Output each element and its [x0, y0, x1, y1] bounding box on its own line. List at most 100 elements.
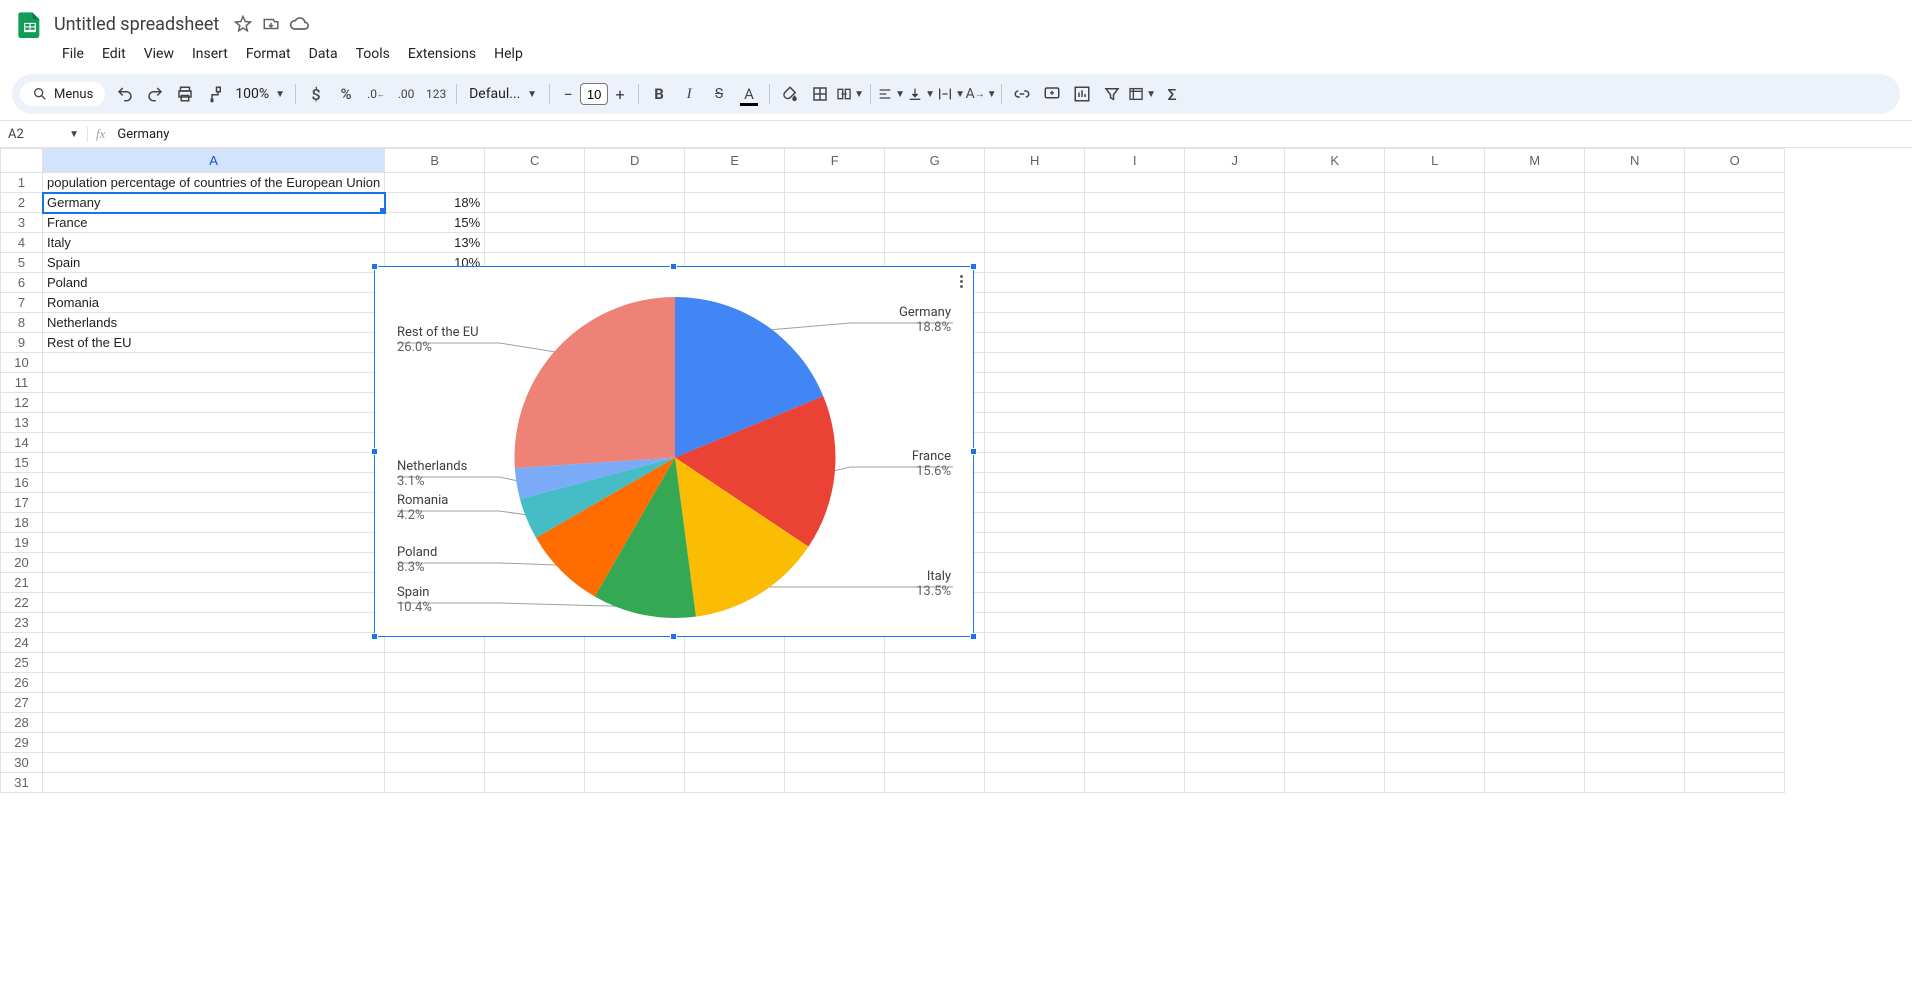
- cell-O1[interactable]: [1685, 173, 1785, 193]
- cell-H17[interactable]: [985, 493, 1085, 513]
- redo-button[interactable]: [141, 80, 169, 108]
- cell-C28[interactable]: [485, 713, 585, 733]
- cell-J26[interactable]: [1185, 673, 1285, 693]
- cell-K12[interactable]: [1285, 393, 1385, 413]
- cell-I10[interactable]: [1085, 353, 1185, 373]
- cell-H8[interactable]: [985, 313, 1085, 333]
- menu-help[interactable]: Help: [486, 42, 531, 66]
- row-header-20[interactable]: 20: [1, 553, 43, 573]
- cell-E2[interactable]: [685, 193, 785, 213]
- cell-L27[interactable]: [1385, 693, 1485, 713]
- cell-I8[interactable]: [1085, 313, 1185, 333]
- cell-I17[interactable]: [1085, 493, 1185, 513]
- cell-E28[interactable]: [685, 713, 785, 733]
- cell-J14[interactable]: [1185, 433, 1285, 453]
- cell-L13[interactable]: [1385, 413, 1485, 433]
- cell-I15[interactable]: [1085, 453, 1185, 473]
- cell-L2[interactable]: [1385, 193, 1485, 213]
- cell-N2[interactable]: [1585, 193, 1685, 213]
- cell-L9[interactable]: [1385, 333, 1485, 353]
- cell-J27[interactable]: [1185, 693, 1285, 713]
- cell-M10[interactable]: [1485, 353, 1585, 373]
- cell-K17[interactable]: [1285, 493, 1385, 513]
- cell-N16[interactable]: [1585, 473, 1685, 493]
- cell-K29[interactable]: [1285, 733, 1385, 753]
- cell-N12[interactable]: [1585, 393, 1685, 413]
- row-header-13[interactable]: 13: [1, 413, 43, 433]
- cell-M6[interactable]: [1485, 273, 1585, 293]
- cell-M22[interactable]: [1485, 593, 1585, 613]
- cell-C27[interactable]: [485, 693, 585, 713]
- row-header-5[interactable]: 5: [1, 253, 43, 273]
- text-wrap-button[interactable]: ▼: [937, 80, 965, 108]
- cell-O5[interactable]: [1685, 253, 1785, 273]
- column-header-B[interactable]: B: [385, 149, 485, 173]
- cell-A15[interactable]: [43, 453, 385, 473]
- cell-F1[interactable]: [785, 173, 885, 193]
- cell-A19[interactable]: [43, 533, 385, 553]
- cell-B27[interactable]: [385, 693, 485, 713]
- row-header-22[interactable]: 22: [1, 593, 43, 613]
- cell-M7[interactable]: [1485, 293, 1585, 313]
- cell-B29[interactable]: [385, 733, 485, 753]
- cell-J12[interactable]: [1185, 393, 1285, 413]
- select-all-corner[interactable]: [1, 149, 43, 173]
- cell-E1[interactable]: [685, 173, 785, 193]
- cell-M3[interactable]: [1485, 213, 1585, 233]
- cell-J7[interactable]: [1185, 293, 1285, 313]
- cell-E25[interactable]: [685, 653, 785, 673]
- cell-M9[interactable]: [1485, 333, 1585, 353]
- cell-L16[interactable]: [1385, 473, 1485, 493]
- cell-J6[interactable]: [1185, 273, 1285, 293]
- cell-H21[interactable]: [985, 573, 1085, 593]
- cell-H6[interactable]: [985, 273, 1085, 293]
- cell-L28[interactable]: [1385, 713, 1485, 733]
- cell-M17[interactable]: [1485, 493, 1585, 513]
- cell-E30[interactable]: [685, 753, 785, 773]
- cell-H11[interactable]: [985, 373, 1085, 393]
- cell-J9[interactable]: [1185, 333, 1285, 353]
- row-header-17[interactable]: 17: [1, 493, 43, 513]
- cell-J24[interactable]: [1185, 633, 1285, 653]
- cell-O31[interactable]: [1685, 773, 1785, 793]
- cell-N29[interactable]: [1585, 733, 1685, 753]
- cell-K26[interactable]: [1285, 673, 1385, 693]
- italic-button[interactable]: I: [675, 80, 703, 108]
- cell-K1[interactable]: [1285, 173, 1385, 193]
- cell-A27[interactable]: [43, 693, 385, 713]
- cell-A11[interactable]: [43, 373, 385, 393]
- cell-H14[interactable]: [985, 433, 1085, 453]
- cell-L23[interactable]: [1385, 613, 1485, 633]
- row-header-19[interactable]: 19: [1, 533, 43, 553]
- cell-K24[interactable]: [1285, 633, 1385, 653]
- cell-K19[interactable]: [1285, 533, 1385, 553]
- menu-view[interactable]: View: [136, 42, 182, 66]
- cell-O3[interactable]: [1685, 213, 1785, 233]
- cell-L6[interactable]: [1385, 273, 1485, 293]
- insert-comment-button[interactable]: [1038, 80, 1066, 108]
- cell-M2[interactable]: [1485, 193, 1585, 213]
- search-menus[interactable]: Menus: [20, 82, 105, 106]
- cell-J25[interactable]: [1185, 653, 1285, 673]
- cell-L18[interactable]: [1385, 513, 1485, 533]
- cell-O9[interactable]: [1685, 333, 1785, 353]
- cell-M19[interactable]: [1485, 533, 1585, 553]
- cell-L25[interactable]: [1385, 653, 1485, 673]
- cell-H3[interactable]: [985, 213, 1085, 233]
- cell-M13[interactable]: [1485, 413, 1585, 433]
- cell-O17[interactable]: [1685, 493, 1785, 513]
- cell-O15[interactable]: [1685, 453, 1785, 473]
- cell-K14[interactable]: [1285, 433, 1385, 453]
- cell-I4[interactable]: [1085, 233, 1185, 253]
- cell-I3[interactable]: [1085, 213, 1185, 233]
- cell-I24[interactable]: [1085, 633, 1185, 653]
- cell-N6[interactable]: [1585, 273, 1685, 293]
- cell-H24[interactable]: [985, 633, 1085, 653]
- cell-N19[interactable]: [1585, 533, 1685, 553]
- cell-K20[interactable]: [1285, 553, 1385, 573]
- cell-A21[interactable]: [43, 573, 385, 593]
- cell-A1[interactable]: population percentage of countries of th…: [43, 173, 385, 193]
- vertical-align-button[interactable]: ▼: [907, 80, 935, 108]
- chart-object[interactable]: Germany18.8%France15.6%Italy13.5%Spain10…: [374, 266, 974, 637]
- menu-insert[interactable]: Insert: [184, 42, 236, 66]
